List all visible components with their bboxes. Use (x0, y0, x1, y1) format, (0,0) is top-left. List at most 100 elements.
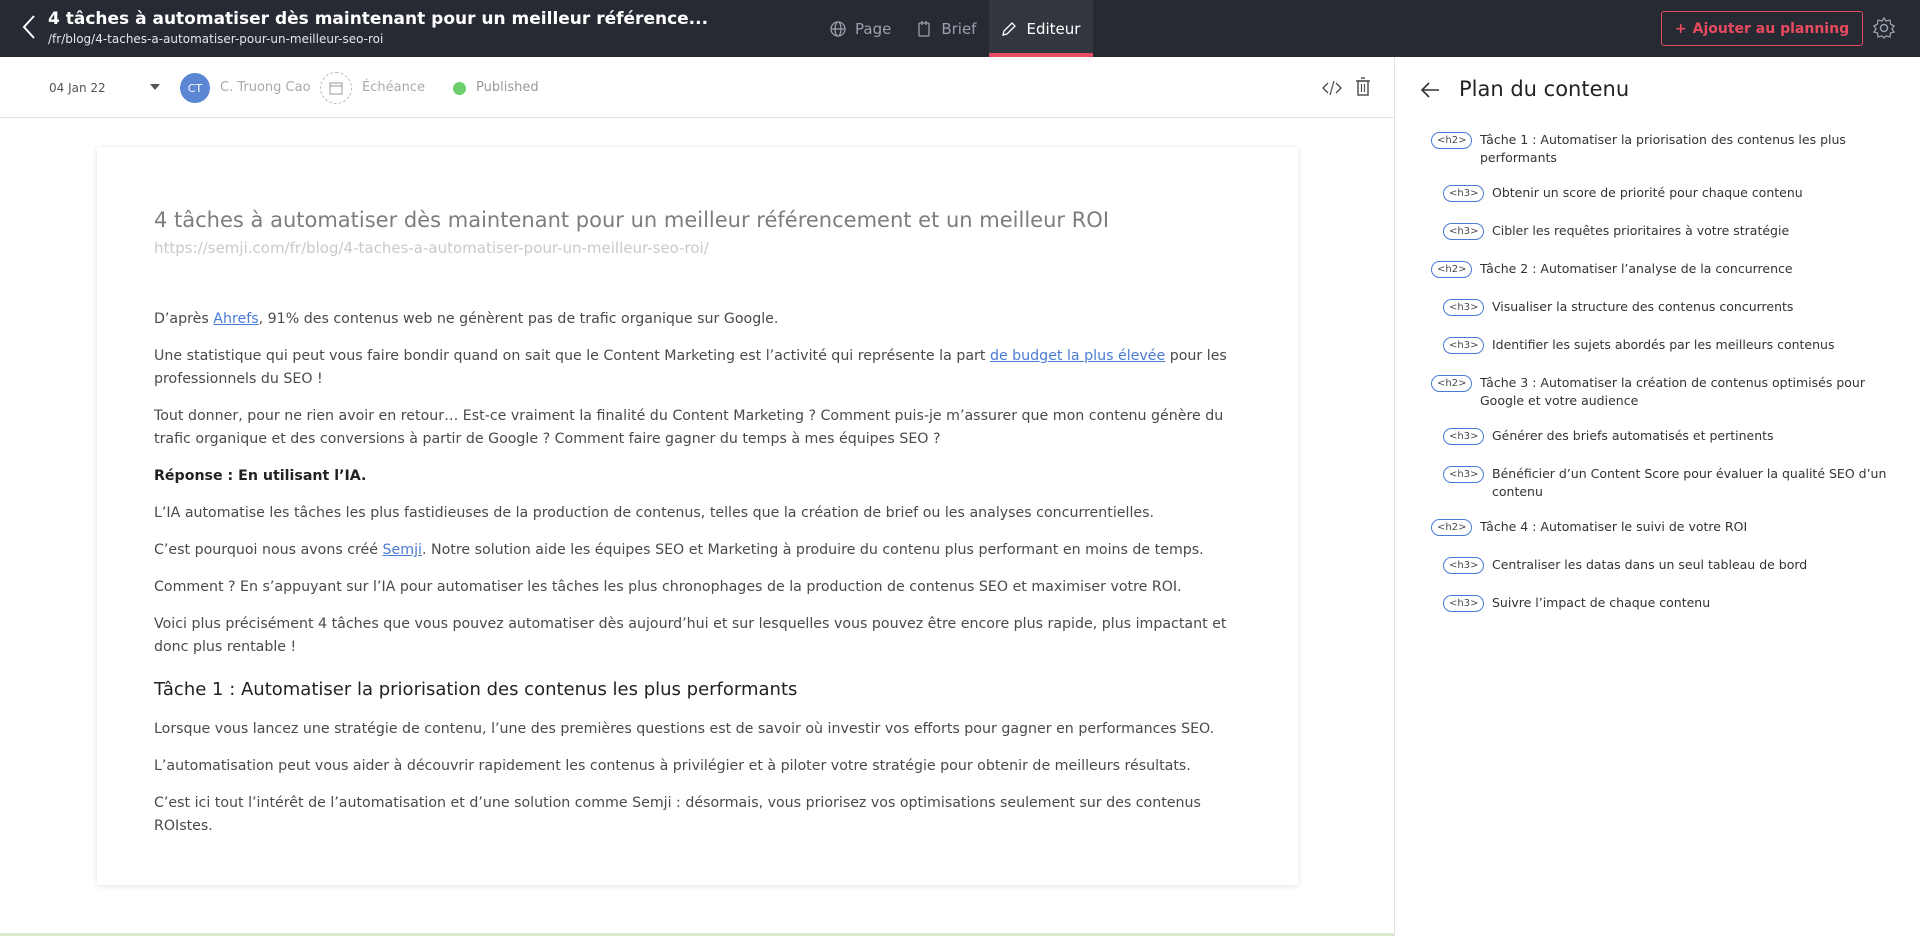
close-panel-button[interactable] (1419, 79, 1441, 101)
code-icon (1321, 80, 1343, 96)
deadline-field[interactable]: Échéance (362, 80, 425, 95)
heading-tag: <h3> (1443, 185, 1485, 202)
paragraph: Une statistique qui peut vous faire bond… (154, 345, 1244, 391)
panel-title: Plan du contenu (1459, 77, 1630, 101)
page-title: 4 tâches à automatiser dès maintenant po… (48, 9, 709, 29)
link-semji[interactable]: Semji (383, 542, 422, 558)
document-content: 4 tâches à automatiser dès maintenant po… (154, 207, 1244, 852)
text: . Notre solution aide les équipes SEO et… (421, 542, 1204, 559)
paragraph: Tout donner, pour ne rien avoir en retou… (154, 408, 1224, 448)
tab-editeur-label: Editeur (1026, 19, 1081, 38)
outline-item[interactable]: <h3> Suivre l’impact de chaque contenu (1431, 594, 1710, 612)
plus-icon: + (1674, 20, 1687, 37)
document-body[interactable]: D’après Ahrefs, 91% des contenus web ne … (154, 308, 1244, 838)
outline-item-text: Cibler les requêtes prioritaires à votre… (1492, 223, 1790, 238)
trash-icon (1356, 77, 1370, 96)
globe-icon (830, 20, 846, 37)
heading-tag: <h2> (1431, 132, 1473, 149)
outline-item-text: Centraliser les datas dans un seul table… (1492, 557, 1808, 572)
outline-item[interactable]: <h3> Obtenir un score de priorité pour c… (1431, 184, 1803, 202)
outline-item[interactable]: <h3> Bénéficier d’un Content Score pour … (1431, 465, 1901, 501)
outline-item-text: Obtenir un score de priorité pour chaque… (1492, 185, 1803, 200)
text: , 91% des contenus web ne génèrent pas d… (258, 311, 779, 328)
outline-item[interactable]: <h2> Tâche 3 : Automatiser la création d… (1431, 374, 1901, 410)
tab-brief[interactable]: Brief (904, 0, 989, 57)
heading-tag: <h3> (1443, 223, 1485, 240)
outline-item[interactable]: <h3> Visualiser la structure des contenu… (1431, 298, 1793, 316)
paragraph: C’est ici tout l’intérêt de l’automatisa… (154, 795, 1201, 835)
code-view-button[interactable] (1321, 79, 1343, 97)
outline-item[interactable]: <h3> Cibler les requêtes prioritaires à … (1431, 222, 1789, 240)
heading-tag: <h3> (1443, 595, 1485, 612)
outline-panel: Plan du contenu <h2> Tâche 1 : Automatis… (1394, 57, 1920, 936)
paragraph: C’est pourquoi nous avons créé Semji. No… (154, 539, 1244, 562)
gear-icon (1872, 16, 1896, 39)
settings-button[interactable] (1872, 16, 1896, 40)
outline-item[interactable]: <h3> Centraliser les datas dans un seul … (1431, 556, 1807, 574)
calendar-icon[interactable] (320, 72, 352, 104)
arrow-left-icon (1420, 82, 1439, 98)
outline-item-text: Bénéficier d’un Content Score pour évalu… (1492, 466, 1887, 499)
tab-page-label: Page (855, 19, 892, 38)
tab-bar: Page Brief Editeur (818, 0, 1094, 57)
page-path: /fr/blog/4-taches-a-automatiser-pour-un-… (48, 32, 384, 46)
tab-editeur[interactable]: Editeur (989, 0, 1094, 57)
author-avatar[interactable]: CT (180, 73, 210, 103)
outline-item[interactable]: <h3> Générer des briefs automatisés et p… (1431, 427, 1774, 445)
document-card[interactable]: 4 tâches à automatiser dès maintenant po… (97, 147, 1298, 885)
publish-date[interactable]: 04 Jan 22 (49, 81, 106, 95)
outline-item-text: Tâche 1 : Automatiser la priorisation de… (1480, 132, 1846, 165)
outline-item-text: Suivre l’impact de chaque contenu (1492, 595, 1711, 610)
text: D’après (154, 311, 214, 328)
outline-item[interactable]: <h3> Identifier les sujets abordés par l… (1431, 336, 1834, 354)
author-name[interactable]: C. Truong Cao (220, 80, 311, 95)
paragraph: L’automatisation peut vous aider à décou… (154, 758, 1191, 775)
chevron-left-icon (22, 15, 35, 39)
text: Une statistique qui peut vous faire bond… (154, 348, 990, 365)
document-title[interactable]: 4 tâches à automatiser dès maintenant po… (154, 207, 1244, 234)
status-text[interactable]: Published (476, 80, 539, 95)
outline-item-text: Tâche 2 : Automatiser l’analyse de la co… (1480, 261, 1793, 276)
pencil-icon (1002, 21, 1017, 36)
brief-icon (918, 20, 930, 37)
heading-h2: Tâche 1 : Automatiser la priorisation de… (154, 679, 798, 701)
paragraph-bold: Réponse : En utilisant l’IA. (154, 468, 367, 485)
outline-item[interactable]: <h2> Tâche 1 : Automatiser la priorisati… (1431, 131, 1901, 167)
tab-brief-label: Brief (941, 19, 977, 38)
back-button[interactable] (18, 10, 44, 44)
add-to-planning-label: Ajouter au planning (1692, 20, 1850, 37)
heading-tag: <h3> (1443, 557, 1485, 574)
heading-tag: <h3> (1443, 299, 1485, 316)
outline-item-text: Tâche 4 : Automatiser le suivi de votre … (1480, 519, 1748, 534)
text: C’est pourquoi nous avons créé (154, 542, 383, 559)
date-dropdown-caret[interactable] (150, 84, 160, 90)
top-bar: 4 tâches à automatiser dès maintenant po… (0, 0, 1920, 57)
outline-item-text: Identifier les sujets abordés par les me… (1492, 337, 1835, 352)
heading-tag: <h3> (1443, 466, 1485, 483)
heading-tag: <h3> (1443, 428, 1485, 445)
document-url[interactable]: https://semji.com/fr/blog/4-taches-a-aut… (154, 239, 1244, 257)
link-budget[interactable]: de budget la plus élevée (990, 348, 1165, 364)
heading-tag: <h2> (1431, 375, 1473, 392)
outline-item[interactable]: <h2> Tâche 4 : Automatiser le suivi de v… (1431, 518, 1747, 536)
heading-tag: <h3> (1443, 337, 1485, 354)
outline-item-text: Tâche 3 : Automatiser la création de con… (1480, 375, 1865, 408)
paragraph: Lorsque vous lancez une stratégie de con… (154, 721, 1215, 738)
heading-tag: <h2> (1431, 519, 1473, 536)
meta-bar: 04 Jan 22 CT C. Truong Cao Échéance Publ… (0, 57, 1394, 118)
calendar-glyph-icon (329, 82, 343, 95)
paragraph: Comment ? En s’appuyant sur l’IA pour au… (154, 579, 1182, 596)
paragraph: Voici plus précisément 4 tâches que vous… (154, 616, 1227, 656)
link-ahrefs[interactable]: Ahrefs (213, 311, 258, 327)
outline-item-text: Visualiser la structure des contenus con… (1492, 299, 1794, 314)
status-dot (453, 82, 466, 95)
tab-page[interactable]: Page (818, 0, 904, 57)
delete-button[interactable] (1354, 77, 1372, 97)
paragraph: L’IA automatise les tâches les plus fast… (154, 505, 1155, 522)
paragraph: D’après Ahrefs, 91% des contenus web ne … (154, 308, 1244, 331)
title-block: 4 tâches à automatiser dès maintenant po… (48, 9, 708, 46)
add-to-planning-button[interactable]: + Ajouter au planning (1661, 11, 1863, 46)
outline-item-text: Générer des briefs automatisés et pertin… (1492, 428, 1774, 443)
outline-item[interactable]: <h2> Tâche 2 : Automatiser l’analyse de … (1431, 260, 1793, 278)
heading-tag: <h2> (1431, 261, 1473, 278)
